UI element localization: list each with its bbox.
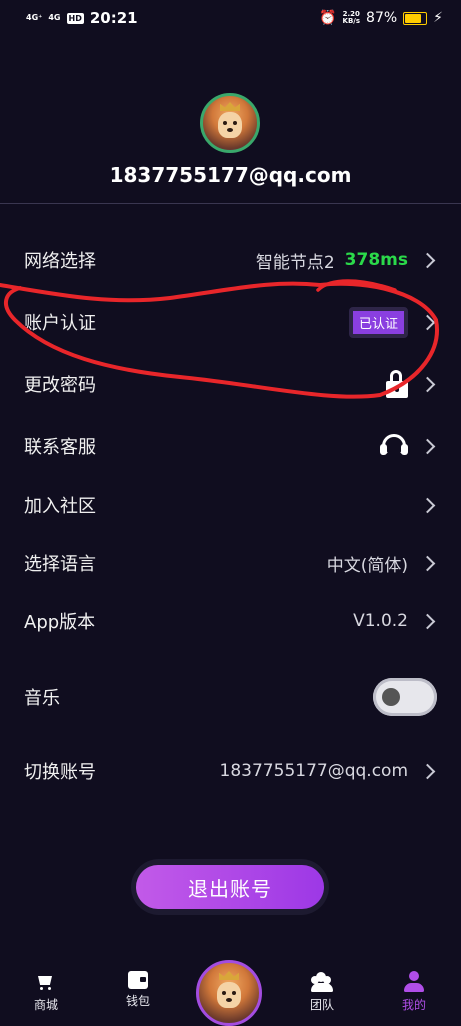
chevron-right-icon [419, 438, 436, 454]
battery-icon [403, 11, 428, 25]
tab-mine[interactable]: 我的 [368, 956, 460, 1013]
chevron-right-icon [419, 555, 436, 571]
network-value: 智能节点2 378ms [256, 248, 437, 273]
chevron-right-icon [419, 613, 436, 629]
app-version-value: V1.0.2 [353, 611, 408, 631]
network-latency: 378ms [344, 250, 408, 270]
chevron-right-icon [419, 314, 436, 330]
crown-icon [220, 102, 240, 111]
chevron-right-icon [419, 497, 436, 513]
change-password-value [386, 370, 437, 398]
hd-icon: HD [66, 12, 84, 24]
network-label: 网络选择 [24, 251, 96, 272]
account-verify-value: 已认证 [348, 306, 437, 338]
switch-account-value: 1837755177@qq.com [219, 761, 408, 781]
center-avatar[interactable] [196, 960, 262, 1026]
crown-icon [219, 971, 239, 980]
tab-wallet-label: 钱包 [125, 994, 150, 1008]
tab-shop[interactable]: 商城 [0, 956, 92, 1013]
account-verify-label: 账户认证 [24, 313, 96, 334]
toggle-knob [382, 688, 400, 706]
tab-mine-label: 我的 [401, 998, 426, 1012]
logout-button[interactable]: 退出账号 [136, 865, 324, 909]
shiba-dog-face [217, 982, 241, 1008]
headset-icon [380, 432, 408, 460]
menu-row-network[interactable]: 网络选择 智能节点2 378ms [0, 235, 461, 285]
charging-icon: ⚡ [433, 10, 443, 26]
verified-badge: 已认证 [348, 306, 408, 338]
menu-row-music: 音乐 [0, 672, 461, 722]
profile-avatar[interactable] [200, 93, 260, 153]
team-icon [311, 971, 333, 993]
battery-fill [405, 13, 421, 23]
logout-container: 退出账号 [131, 859, 329, 915]
menu-row-change-password[interactable]: 更改密码 [0, 359, 461, 409]
status-right: ⏰ 2.20 KB/s 87% ⚡ [319, 10, 443, 26]
tab-wallet[interactable]: 钱包 [92, 956, 184, 1009]
tab-team-label: 团队 [309, 998, 334, 1012]
user-icon [403, 971, 425, 993]
network-node: 智能节点2 [255, 252, 335, 273]
network-speed-unit: KB/s [342, 17, 361, 25]
menu-row-app-version[interactable]: App版本 V1.0.2 [0, 596, 461, 646]
lock-icon [386, 370, 408, 398]
app-version-label: App版本 [24, 612, 96, 633]
menu-row-account-verify[interactable]: 账户认证 已认证 [0, 297, 461, 347]
chevron-right-icon [419, 763, 436, 779]
menu-row-switch-account[interactable]: 切换账号 1837755177@qq.com [0, 746, 461, 796]
bottom-tabbar: 商城 钱包 团队 我的 [0, 956, 461, 1026]
wallet-icon [128, 971, 148, 989]
customer-service-value [380, 432, 437, 460]
join-community-label: 加入社区 [24, 496, 96, 517]
join-community-value [418, 497, 437, 513]
status-left: 4G⁺ 4G HD 20:21 [26, 9, 138, 27]
tab-team[interactable]: 团队 [276, 956, 368, 1013]
signal-4g: 4G [48, 13, 61, 22]
network-speed: 2.20 KB/s [343, 11, 360, 25]
menu-row-join-community[interactable]: 加入社区 [0, 480, 461, 530]
language-label: 选择语言 [24, 554, 96, 575]
change-password-label: 更改密码 [24, 375, 96, 396]
tab-shop-label: 商城 [33, 998, 58, 1012]
clock-time: 20:21 [89, 9, 138, 27]
menu-row-customer-service[interactable]: 联系客服 [0, 421, 461, 471]
battery-percent: 87% [366, 10, 398, 26]
chevron-right-icon [419, 376, 436, 392]
chevron-right-icon [419, 252, 436, 268]
customer-service-label: 联系客服 [24, 437, 96, 458]
language-value: 中文(简体) [326, 555, 408, 576]
alarm-icon: ⏰ [319, 10, 337, 26]
music-value [373, 678, 437, 716]
shiba-dog-face [218, 112, 242, 138]
profile-email: 1837755177@qq.com [109, 163, 352, 187]
switch-account-value-group: 1837755177@qq.com [220, 761, 437, 781]
language-value-group: 中文(简体) [327, 551, 437, 576]
app-version-value-group: V1.0.2 [353, 611, 437, 631]
signal-4g-plus: 4G⁺ [26, 13, 43, 22]
divider [0, 203, 461, 204]
status-bar: 4G⁺ 4G HD 20:21 ⏰ 2.20 KB/s 87% ⚡ [0, 0, 461, 36]
switch-account-label: 切换账号 [24, 762, 96, 783]
music-toggle[interactable] [373, 678, 437, 716]
music-label: 音乐 [24, 688, 60, 709]
cart-icon [35, 971, 57, 993]
menu-row-language[interactable]: 选择语言 中文(简体) [0, 538, 461, 588]
